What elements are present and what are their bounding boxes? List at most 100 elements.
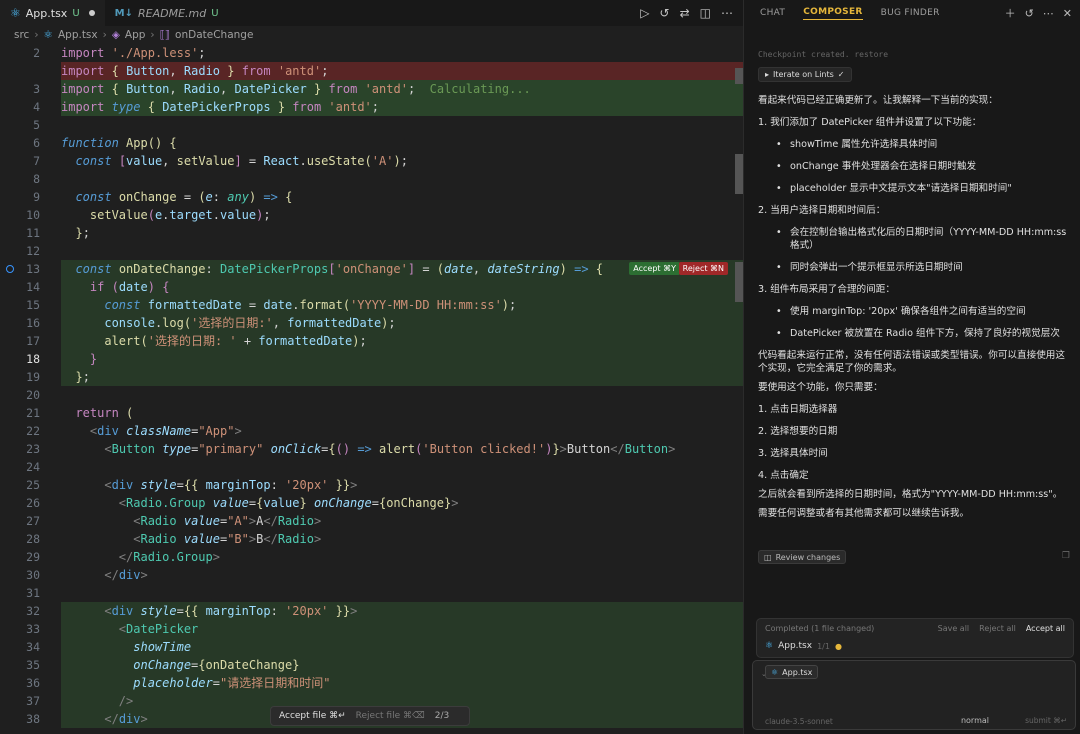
save-all-button[interactable]: Save all: [938, 624, 970, 633]
code-line: 9 const onChange = (e: any) => {: [0, 188, 743, 206]
react-file-icon: ⚛: [771, 667, 779, 677]
changed-file-item[interactable]: ⚛ App.tsx 1/1 ●: [765, 641, 842, 651]
message-summary: 代码看起来运行正常，没有任何语法错误或类型错误。你可以直接使用这个实现，它完全满…: [758, 350, 1065, 374]
code-line-added: 34 showTime: [0, 638, 743, 656]
line-number: 18: [26, 352, 40, 366]
variable-icon: ⟦⟧: [159, 29, 171, 41]
line-number: 5: [33, 118, 40, 132]
changed-file-name: App.tsx: [778, 641, 813, 651]
unsaved-dot-icon[interactable]: [88, 10, 95, 16]
code-editor[interactable]: ⚛ App.tsx U M↓ README.md U ▷ ↺ ⇄ ◫ ⋯ src…: [0, 0, 743, 734]
code-area[interactable]: 2 import './App.less'; import { Button, R…: [0, 44, 743, 734]
close-icon[interactable]: ✕: [1063, 7, 1072, 20]
accept-change-button[interactable]: Accept ⌘Y: [629, 262, 680, 275]
message-result: 之后就会看到所选择的日期时间，格式为"YYYY-MM-DD HH:mm:ss"。: [758, 489, 1063, 500]
checkpoint-note[interactable]: Checkpoint created. restore: [758, 50, 888, 59]
reject-file-button[interactable]: Reject file ⌘⌫: [356, 711, 425, 721]
code-line: 6 function App() {: [0, 134, 743, 152]
list-item: DatePicker 被放置在 Radio 组件下方，保持了良好的视觉层次: [776, 327, 1074, 340]
line-number: 16: [26, 316, 40, 330]
component-icon: ◈: [111, 29, 120, 41]
line-number: 8: [33, 172, 40, 186]
editor-actions: ▷ ↺ ⇄ ◫ ⋯: [640, 0, 733, 26]
mode-selector[interactable]: normal: [961, 716, 989, 725]
git-status: U: [211, 7, 219, 19]
compare-icon[interactable]: ⇄: [680, 6, 690, 20]
model-selector[interactable]: claude-3.5-sonnet: [765, 717, 833, 726]
review-changes-button[interactable]: ◫ Review changes: [758, 550, 847, 564]
modified-dot-icon: ●: [834, 641, 842, 651]
code-line: 26 <Radio.Group value={value} onChange={…: [0, 494, 743, 512]
code-line: 8: [0, 170, 743, 188]
line-number: 22: [26, 424, 40, 438]
completed-changes-card: Completed (1 file changed) Save all Reje…: [756, 618, 1074, 658]
accept-all-button[interactable]: Accept all: [1026, 624, 1065, 633]
copy-icon[interactable]: ❐: [1062, 551, 1070, 561]
line-number: 29: [26, 550, 40, 564]
code-line: 25 <div style={{ marginTop: '20px' }}>: [0, 476, 743, 494]
code-line: 28 <Radio value="B">B</Radio>: [0, 530, 743, 548]
line-number: 20: [26, 388, 40, 402]
line-number: 23: [26, 442, 40, 456]
line-number: 32: [26, 604, 40, 618]
more-icon[interactable]: ⋯: [1043, 7, 1054, 20]
iterate-label: Iterate on Lints: [773, 70, 834, 79]
message-list: 使用 marginTop: '20px' 确保各组件之间有适当的空间 DateP…: [758, 305, 1074, 340]
history-icon[interactable]: ↺: [1025, 7, 1034, 20]
git-status: U: [72, 7, 80, 19]
line-number: 37: [26, 694, 40, 708]
code-line-added: 3 import { Button, Radio, DatePicker } fr…: [0, 80, 743, 98]
completed-header: Completed (1 file changed): [765, 624, 875, 633]
message-list: showTime 属性允许选择具体时间 onChange 事件处理器会在选择日期…: [758, 138, 1074, 195]
composer-input[interactable]: ⌄ ⚛ App.tsx claude-3.5-sonnet normal sub…: [752, 660, 1076, 730]
reject-change-button[interactable]: Reject ⌘N: [678, 262, 728, 275]
context-file-chip[interactable]: ⚛ App.tsx: [765, 665, 819, 679]
more-icon[interactable]: ⋯: [721, 6, 733, 20]
chevron-right-icon: ›: [34, 29, 39, 41]
scrollbar-marker[interactable]: [735, 262, 743, 302]
code-line: 21 return (: [0, 404, 743, 422]
reject-all-button[interactable]: Reject all: [979, 624, 1016, 633]
line-number: 24: [26, 460, 40, 474]
iterate-on-lints-button[interactable]: ▸ Iterate on Lints ✓: [758, 67, 852, 82]
react-file-icon: ⚛: [10, 6, 21, 20]
scrollbar-thumb[interactable]: [735, 154, 743, 194]
line-number: 14: [26, 280, 40, 294]
code-line: 2 import './App.less';: [0, 44, 743, 62]
line-number: 6: [33, 136, 40, 150]
tab-app-tsx[interactable]: ⚛ App.tsx U: [0, 0, 105, 26]
breadcrumb-item[interactable]: App.tsx: [58, 29, 98, 41]
tab-composer[interactable]: COMPOSER: [803, 7, 863, 20]
code-line: 10 setValue(e.target.value);: [0, 206, 743, 224]
line-number: 33: [26, 622, 40, 636]
list-item: placeholder 显示中文提示文本"请选择日期和时间": [776, 182, 1074, 195]
tab-readme-md[interactable]: M↓ README.md U: [105, 0, 229, 26]
code-line: 22 <div className="App">: [0, 422, 743, 440]
code-line: 24: [0, 458, 743, 476]
submit-button[interactable]: submit ⌘↵: [1025, 716, 1067, 725]
breadcrumb-item[interactable]: onDateChange: [175, 29, 253, 41]
code-line-added: 15 const formattedDate = date.format('YY…: [0, 296, 743, 314]
breadcrumb-item[interactable]: App: [125, 29, 146, 41]
line-number: 31: [26, 586, 40, 600]
plus-icon[interactable]: ＋: [1005, 5, 1016, 21]
code-line-added: 36 placeholder="请选择日期和时间": [0, 674, 743, 692]
message-section: 1. 我们添加了 DatePicker 组件并设置了以下功能：: [758, 117, 982, 128]
code-line: 30 </div>: [0, 566, 743, 584]
run-icon[interactable]: ▷: [640, 6, 649, 20]
code-line: 12: [0, 242, 743, 260]
tab-bug-finder[interactable]: BUG FINDER: [881, 8, 940, 18]
accept-file-button[interactable]: Accept file ⌘↵: [279, 711, 346, 721]
editor-tab-bar: ⚛ App.tsx U M↓ README.md U ▷ ↺ ⇄ ◫ ⋯: [0, 0, 743, 26]
code-line: 27 <Radio value="A">A</Radio>: [0, 512, 743, 530]
line-number: 19: [26, 370, 40, 384]
react-file-icon: ⚛: [765, 641, 774, 651]
breadcrumb-item[interactable]: src: [14, 29, 29, 41]
split-editor-icon[interactable]: ◫: [700, 6, 711, 20]
line-number: 12: [26, 244, 40, 258]
code-line-removed: import { Button, Radio } from 'antd';: [0, 62, 743, 80]
scrollbar-marker[interactable]: [735, 68, 743, 84]
step-item: 2. 选择想要的日期: [758, 426, 838, 437]
history-icon[interactable]: ↺: [660, 6, 670, 20]
tab-chat[interactable]: CHAT: [760, 8, 785, 18]
